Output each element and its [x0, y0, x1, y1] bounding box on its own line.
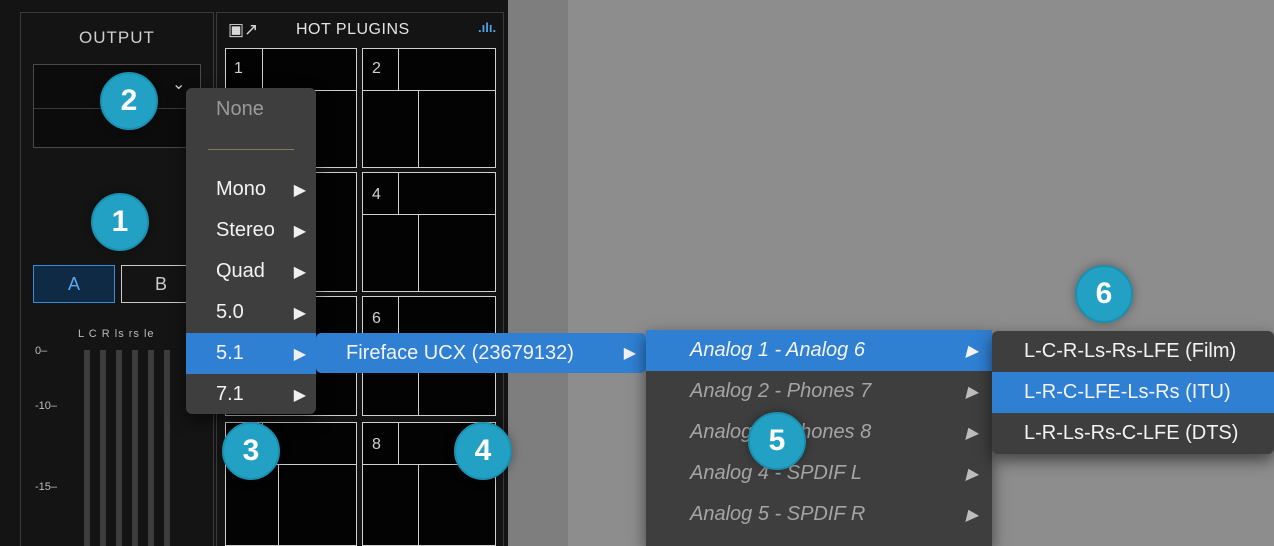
scale-label: -15– [35, 481, 58, 493]
menu-item-7-1[interactable]: 7.1 ▶ [186, 374, 316, 415]
cell-divider [418, 90, 419, 167]
menu-item-layout-dts[interactable]: L-R-Ls-Rs-C-LFE (DTS) [992, 413, 1274, 454]
hot-plugins-title: HOT PLUGINS [296, 21, 410, 38]
submenu-arrow-icon: ▶ [293, 345, 306, 363]
cell-divider [363, 214, 495, 215]
menu-item-label: L-R-C-LFE-Ls-Rs (ITU) [1024, 381, 1231, 403]
bars-icon[interactable]: .ılı. [478, 20, 496, 35]
meter-bar [100, 350, 106, 546]
channel-labels: L C R ls rs le [78, 328, 155, 340]
slot-number: 6 [372, 310, 381, 327]
menu-item-analog-4-spdif-l[interactable]: Analog 4 - SPDIF L ▶ [646, 453, 992, 494]
meter-bar [148, 350, 154, 546]
callout-badge-1: 1 [91, 193, 149, 251]
cell-divider [418, 214, 419, 291]
cell-divider [398, 423, 399, 464]
menu-item-analog-3-8[interactable]: Analog 3 - Phones 8▶ [646, 412, 992, 453]
menu-item-label: Fireface UCX (23679132) [346, 341, 574, 364]
slot-number: 1 [234, 60, 243, 77]
menu-item-label: 5.1 [216, 342, 244, 364]
menu-item-quad[interactable]: Quad ▶ [186, 251, 316, 292]
submenu-arrow-icon: ▶ [965, 342, 978, 360]
menu-item-label: L-C-R-Ls-Rs-LFE (Film) [1024, 340, 1237, 362]
export-icon[interactable]: ▣↗ [228, 20, 258, 40]
submenu-arrow-icon: ▶ [965, 383, 978, 401]
cell-divider [418, 464, 419, 546]
slot-number: 4 [372, 186, 381, 203]
submenu-arrow-icon: ▶ [965, 424, 978, 442]
menu-item-label: Analog 5 - SPDIF R [690, 503, 866, 525]
menu-item-analog-5-spdif-r[interactable]: Analog 5 - SPDIF R ▶ [646, 494, 992, 535]
slot-number: 2 [372, 60, 381, 77]
meter-bar [132, 350, 138, 546]
cell-divider [262, 49, 263, 90]
plugin-slot-4[interactable] [362, 172, 496, 292]
scale-label: 0– [35, 345, 48, 357]
slot-number: 8 [372, 436, 381, 453]
menu-item-5-0[interactable]: 5.0 ▶ [186, 292, 316, 333]
cell-divider [398, 173, 399, 214]
menu-item-layout-film[interactable]: L-C-R-Ls-Rs-LFE (Film) [992, 331, 1274, 372]
submenu-arrow-icon: ▶ [293, 304, 306, 322]
menu-item-device[interactable]: Fireface UCX (23679132) ▶ [316, 333, 646, 373]
plugin-slot-2[interactable] [362, 48, 496, 168]
channels-menu: Analog 1 - Analog 6 ▶ Analog 2 - Phones 7… [646, 330, 992, 546]
menu-item-label: Analog 2 - Phones 7 [690, 380, 872, 402]
cell-divider [398, 297, 399, 338]
menu-item-label: Mono [216, 178, 267, 200]
menu-item-none[interactable]: None [216, 98, 264, 121]
submenu-arrow-icon: ▶ [965, 465, 978, 483]
menu-separator [208, 149, 294, 150]
menu-item-label: 5.0 [216, 301, 244, 323]
layout-menu: L-C-R-Ls-Rs-LFE (Film) L-R-C-LFE-Ls-Rs (… [992, 331, 1274, 454]
submenu-arrow-icon: ▶ [293, 181, 306, 199]
submenu-arrow-icon: ▶ [965, 506, 978, 524]
callout-badge-4: 4 [454, 422, 512, 480]
callout-badge-5: 5 [748, 412, 806, 470]
submenu-arrow-icon: ▶ [293, 386, 306, 404]
cell-divider [398, 49, 399, 90]
callout-badge-6: 6 [1075, 265, 1133, 323]
chevron-down-icon[interactable]: ⌄ [172, 74, 185, 94]
callout-badge-2: 2 [100, 72, 158, 130]
menu-item-label: 7.1 [216, 383, 244, 405]
scale-label: -10– [35, 400, 58, 412]
menu-item-layout-itu[interactable]: L-R-C-LFE-Ls-Rs (ITU) [992, 372, 1274, 413]
callout-badge-3: 3 [222, 422, 280, 480]
menu-item-5-1[interactable]: 5.1 ▶ [186, 333, 316, 374]
menu-item-label: Analog 1 - Analog 6 [690, 339, 865, 361]
menu-item-analog-2-7[interactable]: Analog 2 - Phones 7 ▶ [646, 371, 992, 412]
cell-divider [363, 90, 495, 91]
bank-a-button[interactable]: A [33, 265, 115, 303]
output-title: OUTPUT [79, 28, 155, 47]
menu-item-label: Quad [216, 260, 265, 282]
meter-bar [84, 350, 90, 546]
format-menu-items: Mono ▶ Stereo ▶ Quad ▶ 5.0 ▶ 5.1 ▶ 7.1 ▶ [186, 169, 316, 415]
submenu-arrow-icon: ▶ [293, 222, 306, 240]
meter-bar [116, 350, 122, 546]
menu-item-label: L-R-Ls-Rs-C-LFE (DTS) [1024, 422, 1239, 444]
submenu-arrow-icon: ▶ [293, 263, 306, 281]
meter-bar [164, 350, 170, 546]
submenu-arrow-icon: ▶ [623, 345, 636, 362]
menu-item-mono[interactable]: Mono ▶ [186, 169, 316, 210]
menu-item-stereo[interactable]: Stereo ▶ [186, 210, 316, 251]
menu-item-label: Stereo [216, 219, 275, 241]
cell-divider [278, 464, 279, 546]
panel-edge [508, 0, 568, 546]
menu-item-analog-1-6[interactable]: Analog 1 - Analog 6 ▶ [646, 330, 992, 371]
